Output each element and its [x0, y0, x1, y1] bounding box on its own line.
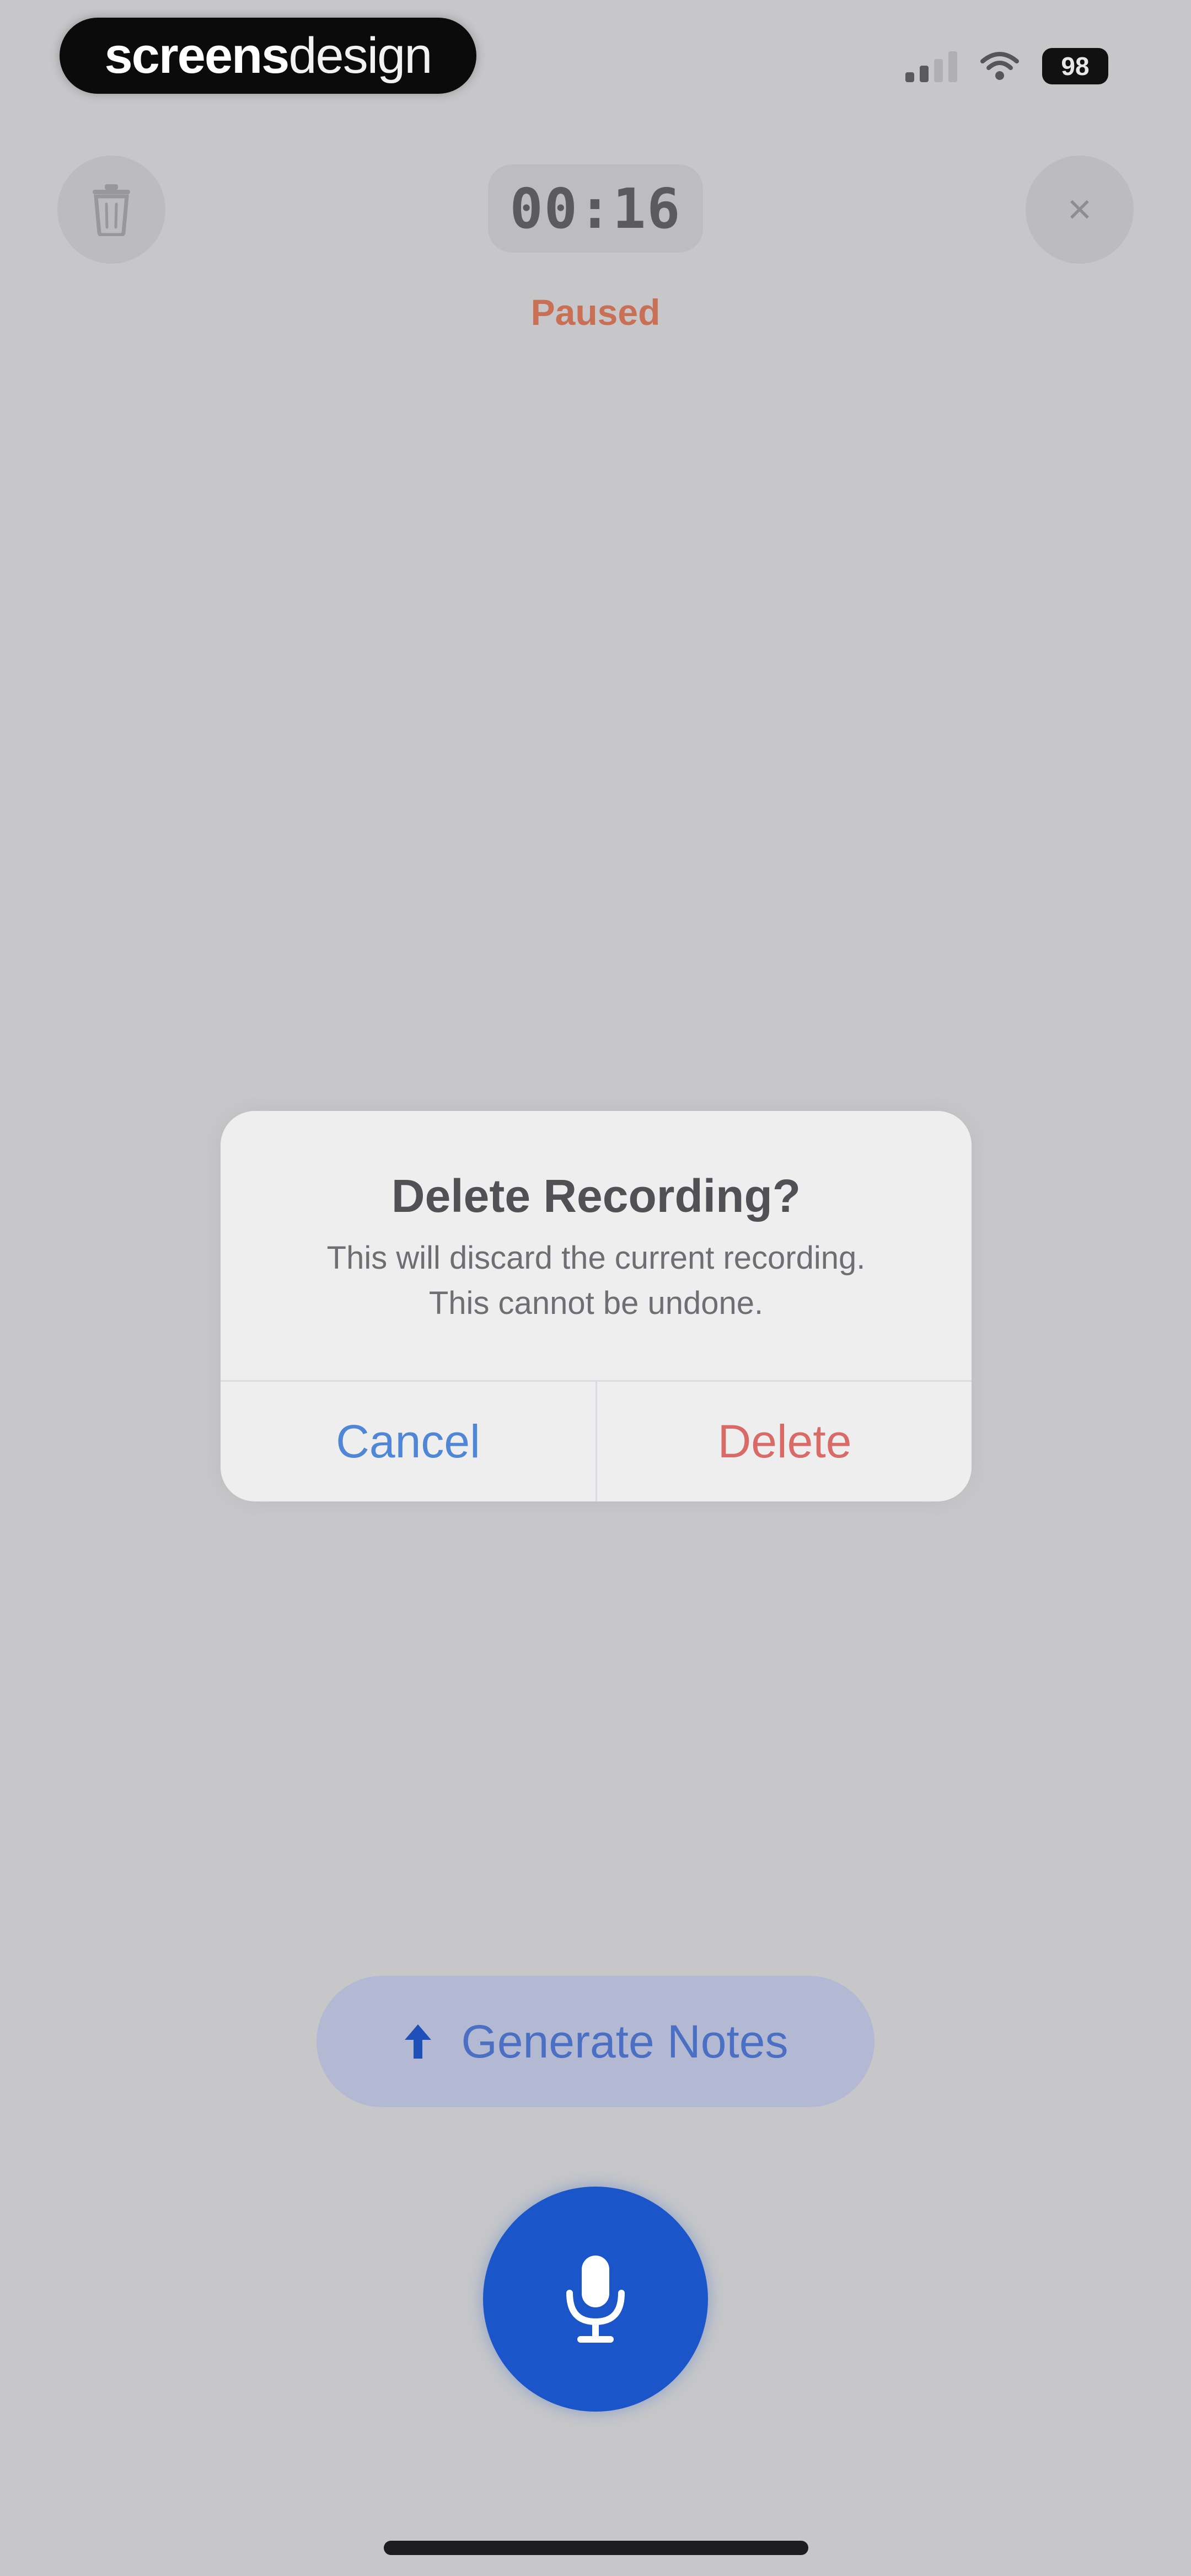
dialog-message: This will discard the current recording.… — [221, 1236, 972, 1326]
battery-level: 98 — [1061, 52, 1090, 81]
delete-recording-dialog: Delete Recording? This will discard the … — [221, 1111, 972, 1501]
delete-button[interactable]: Delete — [597, 1382, 972, 1501]
cellular-signal-icon — [905, 50, 957, 82]
generate-notes-label: Generate Notes — [461, 2015, 788, 2067]
recording-screen: screensdesign 98 00:16 × Paused Delete R… — [0, 0, 1191, 2576]
generate-notes-button[interactable]: Generate Notes — [316, 1976, 875, 2107]
trash-icon — [93, 184, 130, 236]
brand-text-light: design — [288, 28, 432, 84]
elapsed-time: 00:16 — [509, 176, 682, 241]
trash-button[interactable] — [57, 156, 165, 264]
brand-badge: screensdesign — [60, 18, 476, 94]
battery-icon: 98 — [1042, 48, 1108, 84]
dialog-message-line-2: This cannot be undone. — [428, 1285, 764, 1321]
brand-text-bold: screens — [104, 28, 290, 84]
microphone-icon — [566, 2256, 625, 2343]
close-button[interactable]: × — [1026, 156, 1134, 264]
record-button[interactable] — [483, 2187, 708, 2412]
wifi-icon — [980, 51, 1019, 81]
status-icons: 98 — [905, 45, 1108, 87]
cancel-button[interactable]: Cancel — [221, 1382, 596, 1501]
recording-status: Paused — [530, 292, 661, 333]
dialog-title: Delete Recording? — [391, 1170, 801, 1222]
home-indicator[interactable] — [384, 2541, 808, 2555]
dialog-message-line-1: This will discard the current recording. — [326, 1240, 866, 1276]
timer-display: 00:16 — [488, 164, 703, 253]
arrow-up-icon — [403, 2022, 433, 2061]
close-icon: × — [1067, 186, 1092, 233]
brand-logo-text: screensdesign — [104, 28, 433, 84]
